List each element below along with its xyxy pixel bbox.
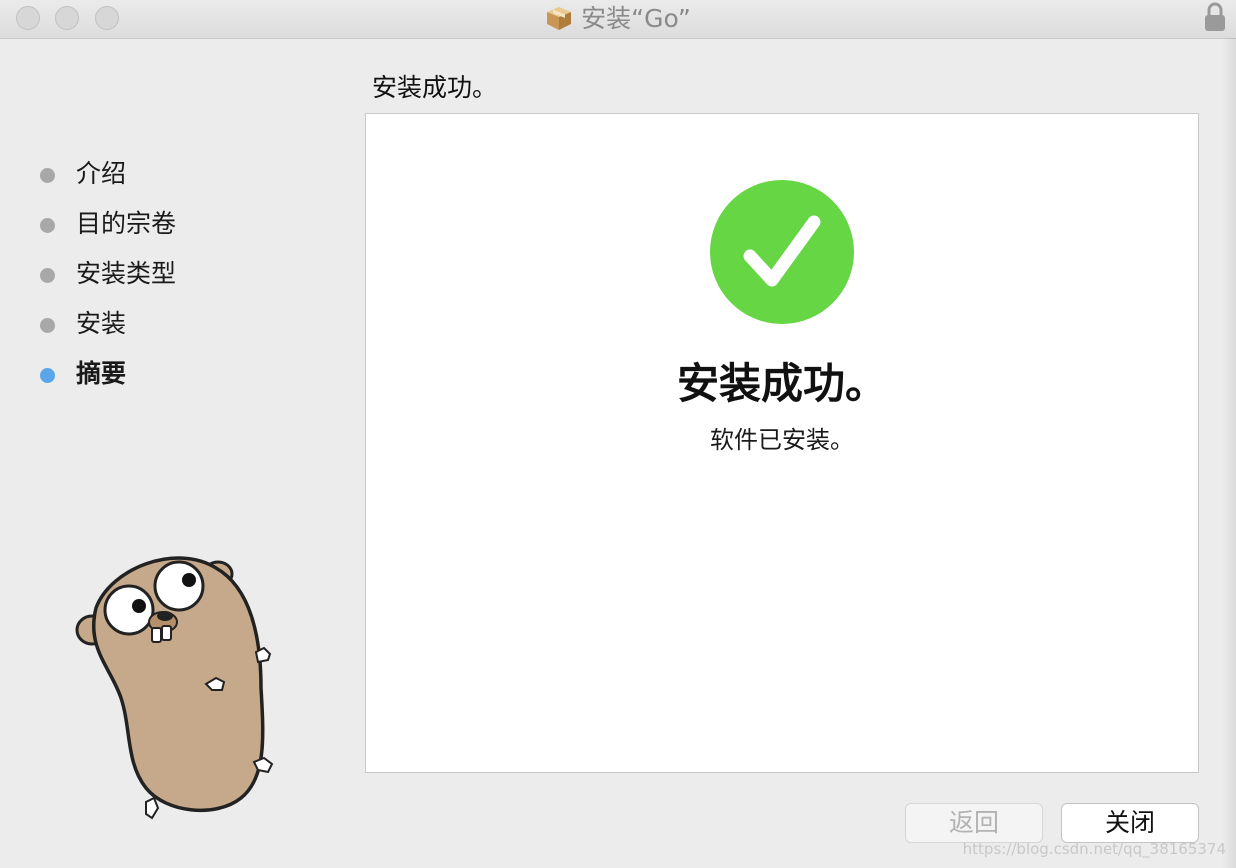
checkmark-icon — [710, 180, 854, 324]
step-label: 安装 — [76, 309, 127, 338]
gopher-mascot — [75, 556, 274, 820]
success-subtitle: 软件已安装。 — [710, 426, 854, 454]
step-dot — [40, 168, 55, 183]
step-label: 摘要 — [76, 359, 127, 388]
installer-window: 安装“Go” 介绍 目的宗卷 安装类型 安装 摘要 安装成功。 安装成功。 软件… — [0, 0, 1236, 868]
page-heading: 安装成功。 — [372, 73, 498, 102]
step-dot — [40, 218, 55, 233]
watermark: https://blog.csdn.net/qq_38165374 — [962, 840, 1226, 858]
title-bar: 安装“Go” — [0, 0, 1236, 39]
step-dot-current — [40, 368, 55, 383]
window-title-text: 安装“Go” — [581, 4, 691, 33]
step-label: 目的宗卷 — [76, 209, 177, 238]
close-button[interactable]: 关闭 — [1061, 803, 1199, 843]
step-label: 安装类型 — [76, 259, 177, 288]
window-title: 安装“Go” — [0, 4, 1236, 34]
step-label: 介绍 — [76, 159, 127, 188]
lock-icon[interactable] — [1204, 2, 1226, 32]
success-title: 安装成功。 — [676, 359, 887, 408]
step-dot — [40, 318, 55, 333]
step-dot — [40, 268, 55, 283]
package-icon — [547, 7, 572, 30]
window-edge-shadow — [1222, 38, 1236, 868]
summary-panel: 安装成功。 软件已安装。 — [365, 113, 1199, 773]
back-button[interactable]: 返回 — [905, 803, 1043, 843]
